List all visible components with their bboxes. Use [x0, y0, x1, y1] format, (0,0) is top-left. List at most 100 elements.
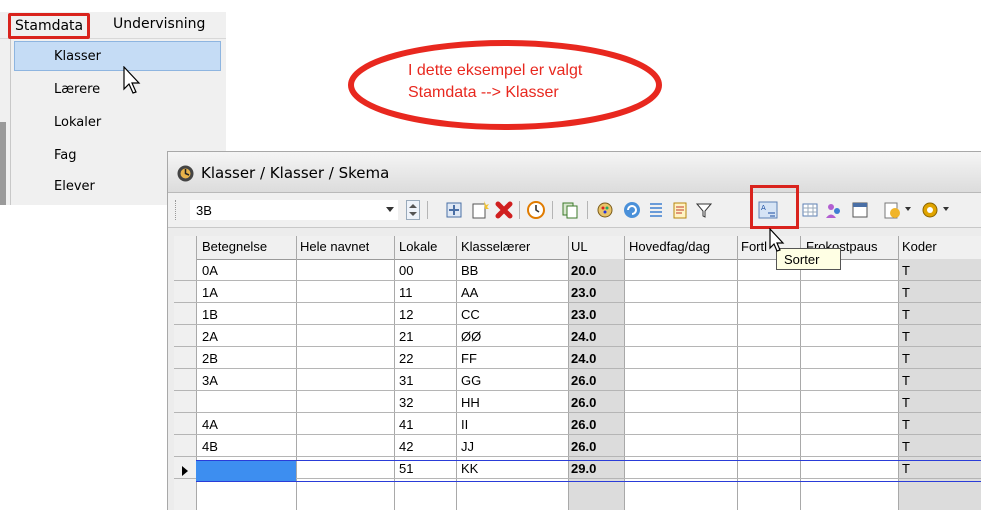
- refresh-icon[interactable]: [622, 200, 642, 220]
- cell-lokale[interactable]: 41: [399, 417, 413, 432]
- row-divider: [174, 368, 981, 369]
- row-divider: [174, 324, 981, 325]
- cell-koder[interactable]: T: [902, 395, 910, 410]
- cell-koder[interactable]: T: [902, 307, 910, 322]
- cell-klasselaerer[interactable]: JJ: [461, 439, 474, 454]
- export-icon[interactable]: [882, 200, 902, 220]
- grid-icon[interactable]: [800, 200, 820, 220]
- menu-stamdata[interactable]: Stamdata: [8, 13, 91, 39]
- cell-lokale[interactable]: 31: [399, 373, 413, 388]
- toolbar-separator: [427, 201, 428, 219]
- column-klasselaerer[interactable]: Klasselærer: [461, 239, 530, 254]
- column-ul[interactable]: UL: [571, 239, 588, 254]
- cell-lokale[interactable]: 42: [399, 439, 413, 454]
- toolbar-separator: [552, 201, 553, 219]
- cell-klasselaerer[interactable]: AA: [461, 285, 478, 300]
- class-combo[interactable]: 3B: [190, 200, 398, 220]
- cell-klasselaerer[interactable]: II: [461, 417, 468, 432]
- cell-lokale[interactable]: 12: [399, 307, 413, 322]
- dropdown-left-strip: [0, 122, 6, 205]
- toolbar-grip[interactable]: [175, 200, 178, 220]
- new-icon[interactable]: [444, 200, 464, 220]
- title-bar: Klasser / Klasser / Skema: [168, 152, 981, 193]
- cell-betegnelse[interactable]: 4A: [202, 417, 218, 432]
- menu-item-fag[interactable]: Fag: [54, 148, 77, 163]
- menu-item-lokaler[interactable]: Lokaler: [54, 115, 101, 130]
- report-icon[interactable]: [670, 200, 690, 220]
- cell-ul[interactable]: 26.0: [571, 395, 596, 410]
- chevron-down-icon[interactable]: [943, 207, 949, 211]
- callout-text: I dette eksempel er valgt Stamdata --> K…: [408, 60, 582, 104]
- cell-ul[interactable]: 26.0: [571, 439, 596, 454]
- new-document-icon[interactable]: [470, 200, 490, 220]
- selected-row-outline: [196, 460, 981, 482]
- toolbar-separator: [587, 201, 588, 219]
- cell-ul[interactable]: 24.0: [571, 351, 596, 366]
- cell-betegnelse[interactable]: 4B: [202, 439, 218, 454]
- cell-koder[interactable]: T: [902, 263, 910, 278]
- time-icon[interactable]: [526, 200, 546, 220]
- delete-icon[interactable]: [494, 200, 514, 220]
- menu-bar: Stamdata Undervisning: [0, 12, 226, 39]
- cell-klasselaerer[interactable]: ØØ: [461, 329, 481, 344]
- spin-icon[interactable]: [406, 200, 420, 220]
- cell-klasselaerer[interactable]: FF: [461, 351, 477, 366]
- mouse-cursor-icon: [123, 66, 141, 94]
- chevron-down-icon[interactable]: [386, 207, 394, 212]
- column-betegnelse[interactable]: Betegnelse: [202, 239, 267, 254]
- paint-icon[interactable]: [596, 200, 616, 220]
- cell-koder[interactable]: T: [902, 329, 910, 344]
- cell-lokale[interactable]: 32: [399, 395, 413, 410]
- class-combo-value: 3B: [196, 203, 212, 218]
- cell-betegnelse[interactable]: 2A: [202, 329, 218, 344]
- cell-ul[interactable]: 23.0: [571, 285, 596, 300]
- chevron-down-icon[interactable]: [905, 207, 911, 211]
- cell-klasselaerer[interactable]: GG: [461, 373, 481, 388]
- column-hele-navnet[interactable]: Hele navnet: [300, 239, 369, 254]
- cell-lokale[interactable]: 11: [399, 285, 413, 300]
- settings-icon[interactable]: [920, 200, 940, 220]
- filter-icon[interactable]: [694, 200, 714, 220]
- cell-ul[interactable]: 24.0: [571, 329, 596, 344]
- cell-koder[interactable]: T: [902, 439, 910, 454]
- row-divider: [174, 456, 981, 457]
- cell-ul[interactable]: 26.0: [571, 373, 596, 388]
- cell-betegnelse[interactable]: 3B: [202, 395, 218, 410]
- cell-klasselaerer[interactable]: HH: [461, 395, 480, 410]
- cell-klasselaerer[interactable]: BB: [461, 263, 478, 278]
- menu-item-klasser[interactable]: Klasser: [54, 49, 101, 64]
- list-icon[interactable]: [646, 200, 666, 220]
- cell-betegnelse[interactable]: 2B: [202, 351, 218, 366]
- row-divider: [174, 280, 981, 281]
- calendar-icon[interactable]: [850, 200, 870, 220]
- cell-lokale[interactable]: 22: [399, 351, 413, 366]
- cell-betegnelse[interactable]: 1A: [202, 285, 218, 300]
- callout-line-2: Stamdata --> Klasser: [408, 84, 559, 101]
- window-title: Klasser / Klasser / Skema: [201, 164, 390, 182]
- cell-ul[interactable]: 23.0: [571, 307, 596, 322]
- cell-ul[interactable]: 20.0: [571, 263, 596, 278]
- column-koder[interactable]: Koder: [902, 239, 937, 254]
- cell-betegnelse[interactable]: 3A: [202, 373, 218, 388]
- menu-undervisning[interactable]: Undervisning: [113, 16, 205, 32]
- cell-ul[interactable]: 26.0: [571, 417, 596, 432]
- people-icon[interactable]: [824, 200, 844, 220]
- menu-item-elever[interactable]: Elever: [54, 179, 95, 194]
- cell-koder[interactable]: T: [902, 373, 910, 388]
- klasser-grid: Betegnelse Hele navnet Lokale Klasselære…: [174, 236, 981, 510]
- column-fortl[interactable]: Fortl: [741, 239, 771, 254]
- cell-lokale[interactable]: 00: [399, 263, 413, 278]
- cell-betegnelse[interactable]: 0A: [202, 263, 218, 278]
- cell-betegnelse[interactable]: 1B: [202, 307, 218, 322]
- menu-item-laerere[interactable]: Lærere: [54, 82, 100, 97]
- klasser-window: Klasser / Klasser / Skema 3B A Betegnels…: [167, 151, 981, 510]
- column-lokale[interactable]: Lokale: [399, 239, 437, 254]
- column-hovedfag-dag[interactable]: Hovedfag/dag: [629, 239, 735, 254]
- cell-lokale[interactable]: 21: [399, 329, 413, 344]
- copy-icon[interactable]: [560, 200, 580, 220]
- cell-koder[interactable]: T: [902, 417, 910, 432]
- cell-koder[interactable]: T: [902, 351, 910, 366]
- cell-klasselaerer[interactable]: CC: [461, 307, 480, 322]
- cell-koder[interactable]: T: [902, 285, 910, 300]
- row-divider: [174, 434, 981, 435]
